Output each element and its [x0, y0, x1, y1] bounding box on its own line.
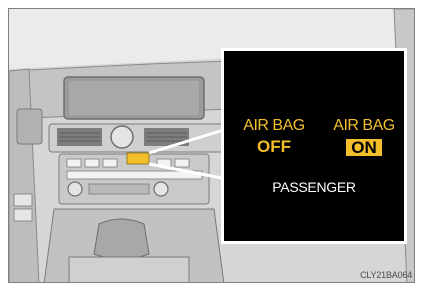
airbag-off-lamp-line1: AIR BAG [243, 117, 305, 134]
airbag-off-lamp: AIR BAG OFF [238, 117, 310, 157]
airbag-on-lamp-line1: AIR BAG [333, 117, 395, 134]
passenger-label: PASSENGER [272, 179, 356, 195]
side-button-2 [13, 208, 33, 222]
figure: CLY21BA064 AIR BAG OFF AIR BAG ON PASSEN… [0, 0, 423, 291]
shift-lever-area [93, 218, 150, 260]
indicator-location-highlight [126, 152, 150, 165]
center-display-screen [69, 81, 199, 115]
airbag-indicator-panel: AIR BAG OFF AIR BAG ON PASSENGER [221, 48, 407, 244]
left-side-vent [16, 108, 43, 145]
button-strip [88, 183, 150, 195]
side-button-1 [13, 193, 33, 207]
airbag-on-lamp-line2-wrap: ON [328, 137, 400, 158]
right-knob [153, 181, 169, 197]
figure-code: CLY21BA064 [360, 270, 412, 280]
airbag-on-lamp: AIR BAG ON [328, 117, 400, 158]
airbag-on-lamp-line2: ON [346, 139, 382, 156]
armrest [68, 256, 190, 282]
analog-clock [110, 125, 134, 149]
left-knob [67, 181, 83, 197]
airbag-off-lamp-line2: OFF [257, 137, 291, 156]
